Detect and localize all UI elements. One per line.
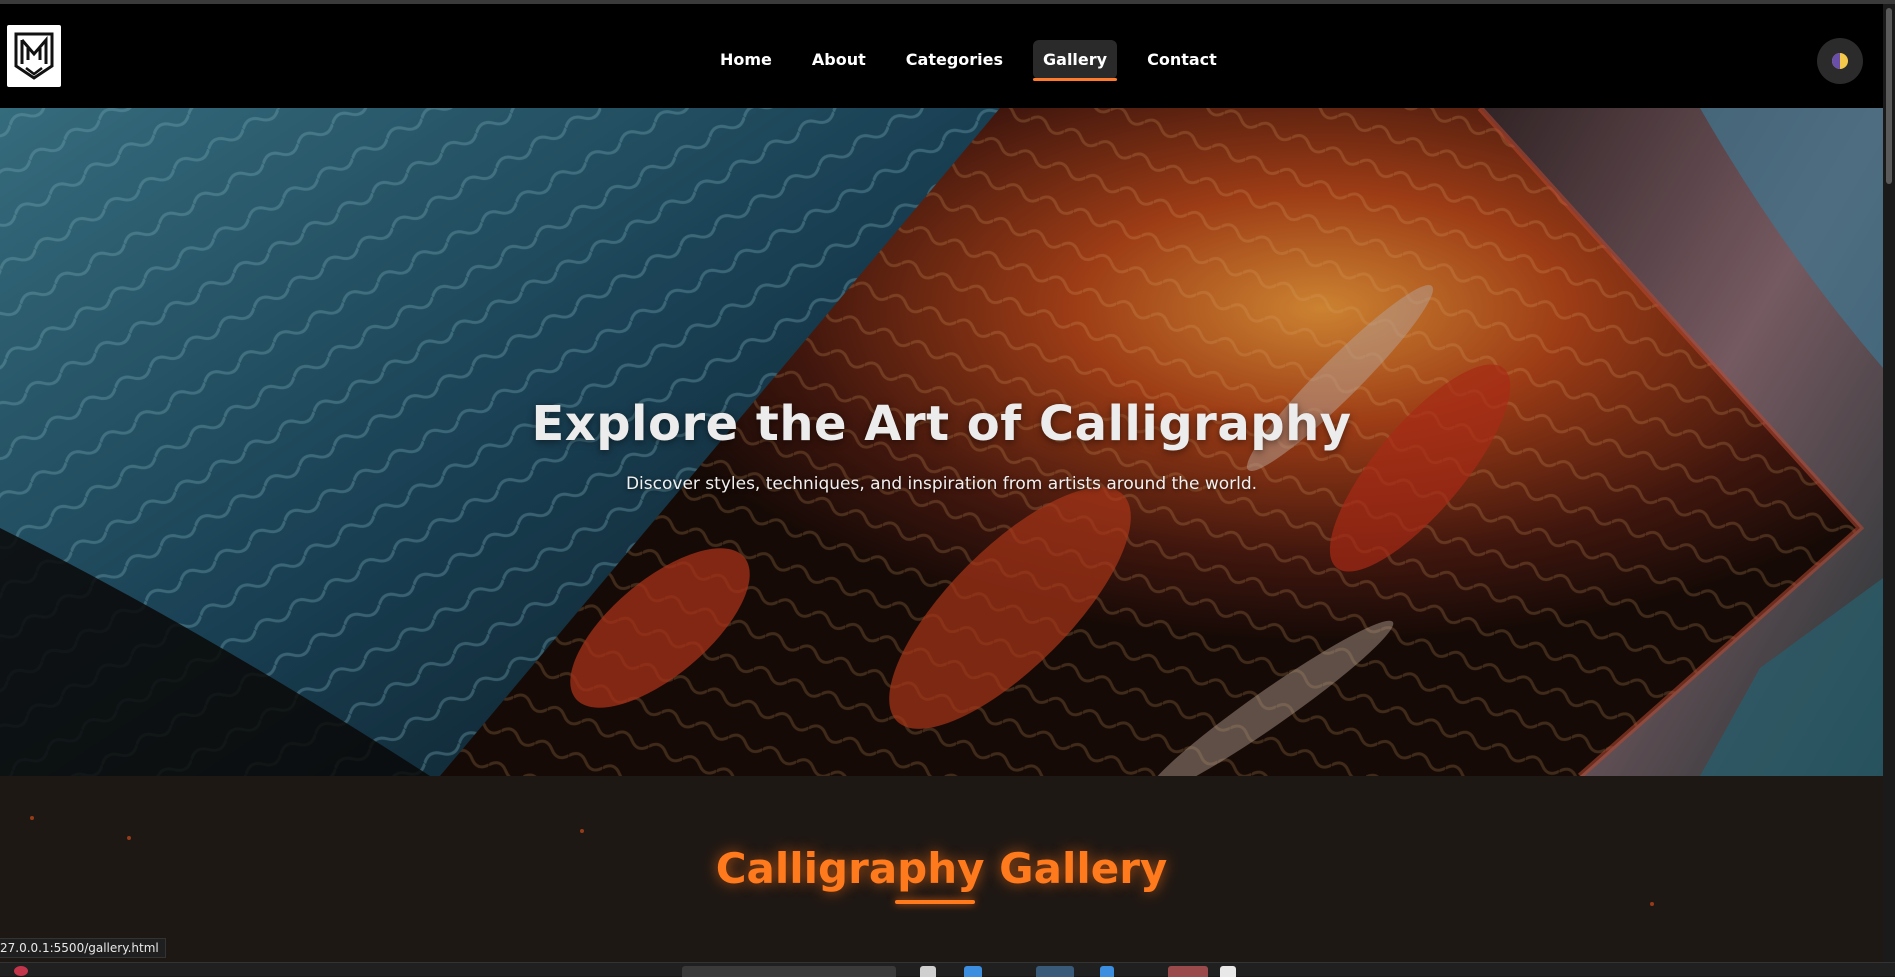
taskbar-app-icon[interactable]	[1036, 966, 1074, 977]
decorative-particle	[127, 836, 131, 840]
taskbar-app-icon[interactable]	[1168, 966, 1208, 977]
hero-section: Explore the Art of Calligraphy Discover …	[0, 108, 1883, 776]
nav-link-about[interactable]: About	[802, 40, 876, 79]
nav-links: Home About Categories Gallery Contact	[700, 40, 1237, 81]
hero-subtitle: Discover styles, techniques, and inspira…	[625, 474, 1258, 494]
taskbar-app-icon[interactable]	[920, 966, 936, 977]
status-bar-url: 27.0.0.1:5500/gallery.html	[0, 938, 166, 958]
nav-link-gallery[interactable]: Gallery	[1033, 40, 1118, 81]
gallery-title-underline	[895, 900, 975, 904]
taskbar-search-box[interactable]	[682, 966, 896, 977]
decorative-particle	[30, 816, 34, 820]
taskbar-app-icon[interactable]	[1100, 966, 1114, 977]
decorative-particle	[580, 829, 584, 833]
taskbar-app-icon[interactable]	[1220, 966, 1236, 977]
taskbar-app-icon[interactable]	[964, 966, 982, 977]
nav-link-home[interactable]: Home	[710, 40, 782, 79]
gallery-section: Calligraphy Gallery	[0, 776, 1883, 962]
half-moon-icon	[1832, 53, 1848, 69]
nav-link-categories[interactable]: Categories	[896, 40, 1013, 79]
decorative-particle	[1650, 902, 1654, 906]
nav-link-contact[interactable]: Contact	[1137, 40, 1227, 79]
page-scrollbar[interactable]	[1883, 4, 1895, 962]
navbar: Home About Categories Gallery Contact	[0, 4, 1895, 108]
scrollbar-thumb[interactable]	[1886, 8, 1892, 184]
taskbar	[0, 962, 1895, 977]
gallery-title: Calligraphy Gallery	[715, 844, 1168, 893]
logo-emblem-icon	[14, 32, 54, 80]
notification-badge-icon[interactable]	[14, 966, 28, 976]
hero-text: Explore the Art of Calligraphy Discover …	[0, 396, 1883, 494]
theme-toggle-button[interactable]	[1817, 38, 1863, 84]
logo[interactable]	[7, 25, 61, 87]
hero-title: Explore the Art of Calligraphy	[531, 396, 1352, 452]
